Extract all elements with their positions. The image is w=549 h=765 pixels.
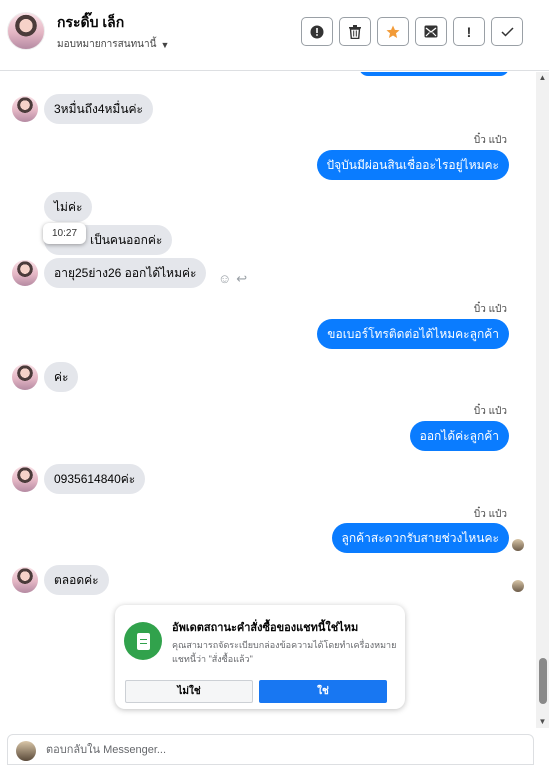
star-icon (386, 25, 400, 38)
message-actions: ☺ ↩ (218, 271, 247, 287)
contact-avatar-small (12, 364, 38, 390)
sender-name: บิ๋ว แป๋ว (473, 135, 507, 146)
message-bubble-outgoing[interactable]: ออกได้ค่ะลูกค้า (409, 421, 509, 451)
react-emoji-icon[interactable]: ☺ (218, 271, 231, 287)
message-row-incoming: 3หมื่นถึง4หมื่นค่ะ (12, 94, 153, 124)
alert-circle-icon (310, 25, 324, 38)
assign-label: มอบหมายการสนทนานี้ (57, 39, 157, 50)
message-bubble-incoming[interactable]: อายุ25ย่าง26 ออกได้ไหมค่ะ (44, 258, 207, 288)
message-row-incoming: ค่ะ (12, 362, 79, 392)
message-bubble-outgoing[interactable]: ลูกค้าสะดวกรับสายช่วงไหนคะ (331, 523, 509, 553)
sender-name: บิ๋ว แป๋ว (473, 509, 507, 520)
message-bubble-incoming[interactable]: ตลอดค่ะ (44, 565, 109, 595)
message-row-incoming: อายุ25ย่าง26 ออกได้ไหมค่ะ (12, 258, 207, 288)
alert-circle-button[interactable] (301, 17, 333, 46)
mark-done-button[interactable] (491, 17, 523, 46)
reply-composer (7, 734, 534, 765)
message-bubble-incoming[interactable]: 0935614840ค่ะ (44, 464, 146, 494)
message-bubble-incoming[interactable]: ไม่ค่ะ (44, 192, 93, 222)
order-receipt-icon (124, 622, 162, 660)
prompt-title: อัพเดตสถานะคำสั่งซื้อของแชทนี้ใช่ไหม (172, 622, 359, 634)
sender-name: บิ๋ว แป๋ว (473, 406, 507, 417)
prompt-description: คุณสามารถจัดระเบียบกล่องข้อความได้โดยทำเ… (172, 640, 397, 664)
contact-avatar[interactable] (7, 12, 45, 50)
assign-conversation-dropdown[interactable]: มอบหมายการสนทนานี้ ▼ (57, 37, 169, 52)
delete-button[interactable] (339, 17, 371, 46)
message-row-incoming: ไม่ค่ะ (12, 192, 93, 222)
chat-scrollbar[interactable]: ▲ ▼ (536, 72, 549, 728)
contact-avatar-small (12, 567, 38, 593)
reply-icon[interactable]: ↩ (236, 271, 247, 287)
message-bubble-outgoing[interactable]: ปัจุบันมีผ่อนสินเชื่ออะไรอยู่ไหมคะ (316, 150, 509, 180)
contact-avatar-small (12, 260, 38, 286)
scroll-down-arrow-icon[interactable]: ▼ (536, 716, 549, 728)
trash-icon (349, 24, 361, 39)
order-status-prompt: อัพเดตสถานะคำสั่งซื้อของแชทนี้ใช่ไหม คุณ… (115, 605, 405, 709)
page-avatar (16, 741, 36, 761)
message-bubble-incoming[interactable]: 3หมื่นถึง4หมื่นค่ะ (44, 94, 153, 124)
message-row-incoming: 0935614840ค่ะ (12, 464, 146, 494)
exclamation-icon: ! (466, 23, 472, 40)
sender-name: บิ๋ว แป๋ว (473, 304, 507, 315)
caret-down-icon: ▼ (160, 39, 170, 50)
scrollbar-thumb[interactable] (539, 658, 547, 704)
seen-indicator-avatar (512, 580, 524, 592)
seen-indicator-avatar (512, 539, 524, 551)
follow-up-button[interactable]: ! (453, 17, 485, 46)
yes-button[interactable]: ใช่ (259, 680, 387, 703)
conversation-toolbar: ! (301, 17, 523, 46)
message-row-incoming: เป็นคนออกค่ะ (12, 225, 173, 255)
message-row-incoming: ตลอดค่ะ (12, 565, 109, 595)
star-button[interactable] (377, 17, 409, 46)
contact-avatar-small (12, 466, 38, 492)
message-bubble-outgoing[interactable]: ขอเบอร์โทรติดต่อได้ไหมคะลูกค้า (317, 319, 509, 349)
reply-input[interactable] (46, 739, 516, 761)
message-bubble-outgoing-clipped[interactable] (359, 72, 509, 76)
no-button[interactable]: ไม่ใช่ (125, 680, 253, 703)
contact-avatar-small (12, 96, 38, 122)
contact-name[interactable]: กระดิ๊บ เล็ก (57, 12, 124, 34)
mail-spam-icon (424, 25, 438, 38)
check-icon (500, 26, 514, 37)
conversation-header: กระดิ๊บ เล็ก มอบหมายการสนทนานี้ ▼ ! (0, 0, 549, 71)
mark-spam-button[interactable] (415, 17, 447, 46)
scroll-up-arrow-icon[interactable]: ▲ (536, 72, 549, 84)
message-bubble-incoming[interactable]: ค่ะ (44, 362, 79, 392)
timestamp-tooltip: 10:27 (43, 223, 87, 244)
